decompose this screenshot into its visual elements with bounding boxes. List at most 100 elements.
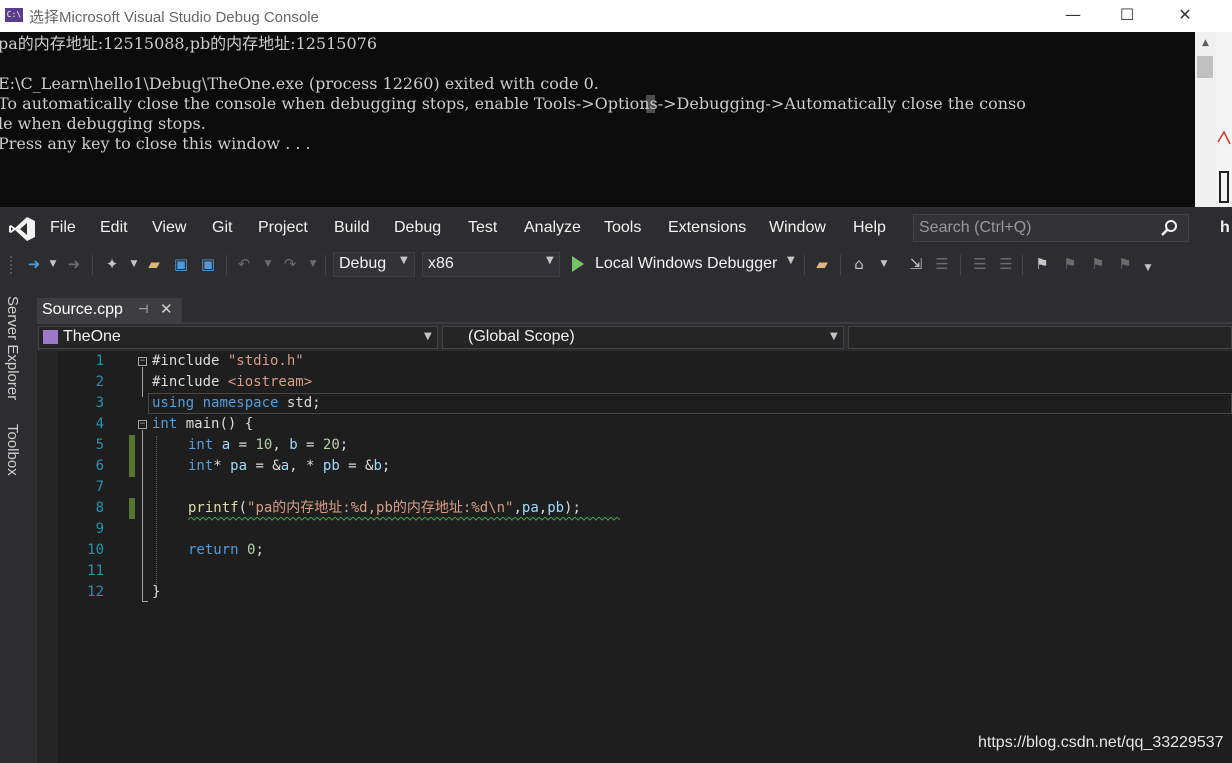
line-number: 4 (95, 416, 104, 432)
code-text: ; (381, 458, 391, 474)
console-line: le when debugging stops. (0, 114, 206, 133)
pin-tab-icon[interactable]: ⊣ (138, 302, 148, 316)
menu-help[interactable]: Help (853, 219, 886, 237)
warning-squiggle[interactable] (188, 517, 620, 521)
line-number: 6 (95, 458, 104, 474)
console-output[interactable]: pa的内存地址:12515088,pb的内存地址:12515076 E:\C_L… (0, 34, 1194, 207)
application-insights-icon[interactable]: ⌂ (849, 254, 869, 274)
toolbar-grip[interactable] (10, 256, 16, 274)
code-text: std; (278, 395, 321, 411)
keyword: int (188, 437, 214, 453)
menu-view[interactable]: View (152, 219, 186, 237)
preprocessor: #include (152, 353, 228, 369)
previous-bookmark-icon[interactable]: ⚑ (1060, 254, 1080, 274)
minimize-button[interactable]: — (1044, 0, 1102, 32)
new-project-icon[interactable]: ✦ (102, 254, 122, 274)
start-debugging-button[interactable]: Local Windows Debugger (595, 255, 777, 273)
console-scroll-thumb[interactable] (1197, 56, 1213, 78)
fold-guide (142, 367, 143, 397)
redo-dropdown-arrow-icon[interactable]: ▼ (303, 254, 323, 274)
code-line-12: } (152, 582, 160, 603)
navigate-back-icon[interactable]: ➜ (24, 254, 44, 274)
project-chevron-down-icon: ▼ (424, 331, 432, 342)
platform-chevron-down-icon: ▼ (546, 255, 554, 266)
next-bookmark-icon[interactable]: ⚑ (1088, 254, 1108, 274)
menu-tools[interactable]: Tools (604, 219, 641, 237)
code-text: = (297, 437, 323, 453)
console-app-icon: C:\ (5, 8, 23, 22)
step-into-icon[interactable]: ⇲ (906, 254, 926, 274)
bookmark-icon[interactable]: ⚑ (1032, 254, 1052, 274)
debugger-chevron-down-icon[interactable]: ▼ (787, 255, 795, 266)
member-dropdown[interactable] (848, 326, 1232, 349)
menu-analyze[interactable]: Analyze (524, 219, 581, 237)
clear-bookmarks-icon[interactable]: ⚑ (1115, 254, 1135, 274)
back-dropdown-arrow-icon[interactable]: ▼ (43, 254, 63, 274)
code-line-1: #include "stdio.h" (152, 351, 304, 372)
menu-window[interactable]: Window (769, 219, 826, 237)
start-debugging-icon[interactable] (572, 256, 584, 272)
save-icon[interactable]: ▣ (171, 254, 191, 274)
toolbox-tab[interactable]: Toolbox (4, 424, 21, 476)
code-text: ; (255, 542, 264, 558)
close-tab-icon[interactable]: ✕ (160, 300, 173, 318)
menu-test[interactable]: Test (468, 219, 497, 237)
code-text: ; (339, 437, 349, 453)
variable: b (373, 458, 382, 474)
code-text: ( (238, 500, 248, 516)
browse-folder-icon[interactable]: ▰ (812, 254, 832, 274)
visual-studio-logo-icon (8, 216, 36, 242)
new-dropdown-arrow-icon[interactable]: ▼ (124, 254, 144, 274)
open-folder-icon[interactable]: ▰ (144, 254, 164, 274)
save-all-icon[interactable]: ▣ (198, 254, 218, 274)
tab-label: Source.cpp (42, 301, 123, 318)
collapse-toggle-icon[interactable]: − (138, 357, 147, 366)
code-text: = (230, 437, 256, 453)
toolbar-separator (840, 255, 841, 275)
undo-dropdown-arrow-icon[interactable]: ▼ (258, 254, 278, 274)
code-line-5: int a = 10, b = 20; (188, 435, 348, 456)
background-window-edge (1216, 32, 1232, 207)
search-placeholder: Search (Ctrl+Q) (919, 219, 1032, 236)
navigate-forward-icon[interactable]: ➜ (64, 254, 84, 274)
keyword: using (152, 395, 195, 411)
undo-icon[interactable]: ↶ (234, 254, 254, 274)
search-icon[interactable] (1160, 219, 1178, 237)
fold-guide-end (142, 601, 148, 602)
configuration-chevron-down-icon: ▼ (400, 255, 408, 266)
toolbar-separator (325, 255, 326, 275)
comment-lines-icon[interactable]: ☰ (970, 254, 990, 274)
format-string: "pa的内存地址:%d,pb的内存地址:%d\n" (247, 500, 514, 516)
code-text: ); (564, 500, 581, 516)
keyword: int (188, 458, 214, 474)
step-over-icon[interactable]: ☰ (932, 254, 952, 274)
menu-edit[interactable]: Edit (100, 219, 128, 237)
menu-extensions[interactable]: Extensions (668, 219, 746, 237)
menu-file[interactable]: File (50, 219, 76, 237)
code-line-3: using namespace std; (152, 393, 321, 414)
maximize-button[interactable]: ☐ (1098, 0, 1156, 32)
toolbar-separator (960, 255, 961, 275)
line-number: 5 (95, 437, 104, 453)
code-line-10: return 0; (188, 540, 264, 561)
toolbar-overflow-icon[interactable]: ▼ (1138, 258, 1158, 278)
configuration-value: Debug (339, 255, 387, 272)
indicator-margin[interactable] (37, 351, 58, 763)
redo-icon[interactable]: ↷ (280, 254, 300, 274)
function-name: printf (188, 500, 239, 516)
scroll-up-arrow-icon[interactable]: ▲ (1195, 34, 1216, 52)
account-initial[interactable]: h (1220, 219, 1230, 237)
menu-build[interactable]: Build (334, 219, 370, 237)
menu-git[interactable]: Git (212, 219, 232, 237)
uncomment-lines-icon[interactable]: ☰ (996, 254, 1016, 274)
menu-project[interactable]: Project (258, 219, 308, 237)
menu-debug[interactable]: Debug (394, 219, 441, 237)
scope-chevron-down-icon: ▼ (830, 331, 838, 342)
close-button[interactable]: ✕ (1156, 0, 1214, 32)
server-explorer-tab[interactable]: Server Explorer (4, 296, 21, 400)
collapse-toggle-icon[interactable]: − (138, 420, 147, 429)
console-title: 选择Microsoft Visual Studio Debug Console (29, 9, 319, 26)
code-text: = & (339, 458, 374, 474)
insights-dropdown-arrow-icon[interactable]: ▼ (874, 254, 894, 274)
